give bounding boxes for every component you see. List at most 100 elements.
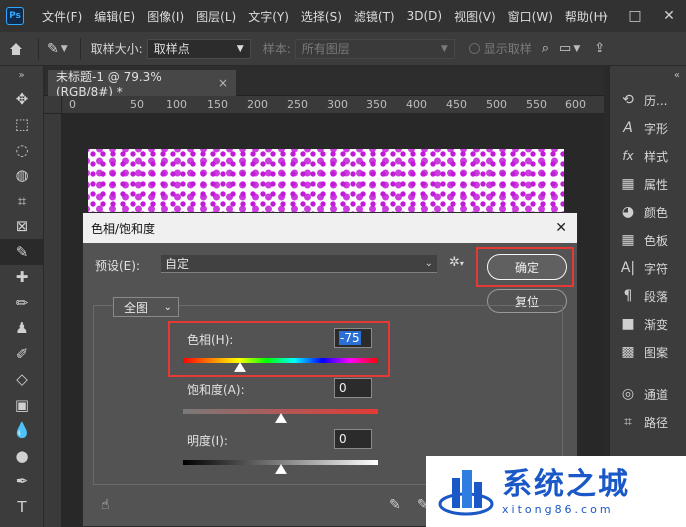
patterns-icon: ▩ (621, 344, 635, 360)
dialog-title: 色相/饱和度 (91, 221, 156, 236)
ok-button[interactable]: 确定 (487, 254, 567, 280)
watermark-subtitle: xitong86.com (502, 503, 614, 516)
menu-3d[interactable]: 3D(D) (401, 9, 448, 23)
type-tool-icon[interactable]: T (0, 494, 44, 520)
workspace-chevron-icon[interactable]: ▼ (573, 44, 580, 54)
horizontal-ruler[interactable]: 0 50 100 150 200 250 300 350 400 450 500… (62, 96, 604, 114)
lightness-label: 明度(I): (187, 434, 228, 448)
collapse-tools-icon[interactable]: » (0, 66, 43, 86)
ruler-tick: 100 (166, 98, 187, 111)
menu-window[interactable]: 窗口(W) (502, 8, 559, 25)
watermark-title: 系统之城 (502, 467, 630, 502)
stamp-tool-icon[interactable]: ♟ (0, 316, 44, 342)
menu-view[interactable]: 视图(V) (448, 8, 502, 25)
search-icon[interactable]: ⌕ (542, 41, 549, 56)
menu-select[interactable]: 选择(S) (295, 8, 348, 25)
panel-properties[interactable]: ▦ 属性 (610, 170, 686, 198)
panel-styles[interactable]: fx 样式 (610, 142, 686, 170)
sample-select[interactable]: 所有图层 ▼ (294, 38, 455, 59)
panel-label: 颜色 (644, 205, 669, 220)
preset-select[interactable]: 自定 ⌄ (161, 255, 437, 273)
saturation-label: 饱和度(A): (187, 383, 245, 397)
panel-character[interactable]: A| 字符 (610, 254, 686, 282)
panel-color[interactable]: ◕ 颜色 (610, 198, 686, 226)
ruler-corner (44, 96, 62, 114)
close-tab-button[interactable]: × (218, 76, 228, 90)
saturation-input[interactable]: 0 (334, 378, 372, 398)
chevron-down-icon: ▼ (440, 43, 448, 54)
menu-filter[interactable]: 滤镜(T) (348, 8, 401, 25)
move-tool-icon[interactable]: ✥ (0, 86, 44, 112)
lightness-input[interactable]: 0 (334, 429, 372, 449)
panel-label: 路径 (644, 415, 669, 430)
options-bar: ✎ ▼ 取样大小: 取样点 ▼ 样本: 所有图层 ▼ 显示取样 ⌕ ▭ ▼ ⇪ (0, 32, 686, 66)
collapse-panels-icon[interactable]: « (610, 66, 686, 86)
tool-preset-chevron-icon[interactable]: ▼ (61, 44, 68, 54)
hue-input[interactable]: -75 (334, 328, 372, 348)
ruler-tick: 550 (526, 98, 547, 111)
menu-image[interactable]: 图像(I) (141, 8, 190, 25)
menu-layer[interactable]: 图层(L) (190, 8, 242, 25)
blur-tool-icon[interactable]: 💧 (0, 418, 44, 444)
menu-file[interactable]: 文件(F) (36, 8, 88, 25)
gear-icon[interactable]: ✲▾ (449, 255, 464, 270)
document-canvas[interactable] (88, 149, 564, 219)
eraser-tool-icon[interactable]: ◇ (0, 367, 44, 393)
close-icon[interactable]: ✕ (555, 220, 567, 236)
tools-panel: » ✥ ⬚ ◌ ◍ ⌗ ⊠ ✎ ✚ ✏ ♟ ✐ ◇ ▣ 💧 ● ✒ T (0, 66, 44, 527)
frame-tool-icon[interactable]: ⊠ (0, 214, 44, 240)
sample-label: 样本: (262, 42, 291, 56)
ruler-tick: 400 (406, 98, 427, 111)
lightness-slider-thumb[interactable] (274, 464, 287, 474)
color-icon: ◕ (621, 204, 635, 220)
workspace-icon[interactable]: ▭ (559, 41, 571, 56)
minimize-button[interactable]: — (584, 8, 618, 24)
panel-patterns[interactable]: ▩ 图案 (610, 338, 686, 366)
eyedropper-tool-icon[interactable]: ✎ (47, 41, 59, 57)
home-icon[interactable] (0, 32, 32, 66)
share-icon[interactable]: ⇪ (594, 41, 605, 56)
panel-swatches[interactable]: ▦ 色板 (610, 226, 686, 254)
channel-value: 全图 (124, 300, 149, 315)
eyedropper-icon[interactable]: ✎ (389, 497, 401, 513)
document-tab[interactable]: 未标题-1 @ 79.3%(RGB/8#) * × (48, 69, 236, 99)
panel-glyphs[interactable]: A 字形 (610, 114, 686, 142)
vertical-ruler[interactable] (44, 114, 62, 527)
gradient-icon: ■ (621, 316, 635, 332)
panel-paths[interactable]: ⌗ 路径 (610, 408, 686, 436)
dodge-tool-icon[interactable]: ● (0, 443, 44, 469)
document-tab-title: 未标题-1 @ 79.3%(RGB/8#) * (56, 69, 162, 99)
hue-slider-thumb[interactable] (233, 362, 246, 372)
hand-adjust-icon[interactable]: ☝ (101, 497, 110, 513)
close-window-button[interactable]: ✕ (652, 8, 686, 24)
panel-label: 段落 (644, 289, 669, 304)
channel-select[interactable]: 全图 ⌄ (113, 297, 179, 317)
crop-tool-icon[interactable]: ⌗ (0, 188, 44, 214)
panel-gradients[interactable]: ■ 渐变 (610, 310, 686, 338)
quick-select-tool-icon[interactable]: ◍ (0, 163, 44, 189)
lasso-tool-icon[interactable]: ◌ (0, 137, 44, 163)
menu-edit[interactable]: 编辑(E) (88, 8, 141, 25)
gradient-tool-icon[interactable]: ▣ (0, 392, 44, 418)
eyedropper-tool-icon[interactable]: ✎ (0, 239, 44, 265)
healing-tool-icon[interactable]: ✚ (0, 265, 44, 291)
preset-value: 自定 (165, 257, 190, 271)
menu-type[interactable]: 文字(Y) (242, 8, 295, 25)
panel-channels[interactable]: ◎ 通道 (610, 380, 686, 408)
show-ring-checkbox[interactable] (468, 43, 480, 54)
history-brush-tool-icon[interactable]: ✐ (0, 341, 44, 367)
glyph-icon: A (623, 120, 633, 136)
pen-tool-icon[interactable]: ✒ (0, 469, 44, 495)
brush-tool-icon[interactable]: ✏ (0, 290, 44, 316)
ruler-tick: 250 (287, 98, 308, 111)
sample-size-select[interactable]: 取样点 ▼ (146, 38, 251, 59)
hue-slider-track[interactable] (183, 358, 378, 363)
saturation-slider-thumb[interactable] (274, 413, 287, 423)
maximize-button[interactable]: □ (618, 8, 652, 24)
marquee-tool-icon[interactable]: ⬚ (0, 112, 44, 138)
divider (79, 37, 81, 60)
panel-history[interactable]: ⟲ 历... (610, 86, 686, 114)
sample-value: 所有图层 (301, 42, 350, 56)
dialog-titlebar[interactable]: 色相/饱和度 ✕ (83, 213, 577, 243)
panel-paragraph[interactable]: ¶ 段落 (610, 282, 686, 310)
